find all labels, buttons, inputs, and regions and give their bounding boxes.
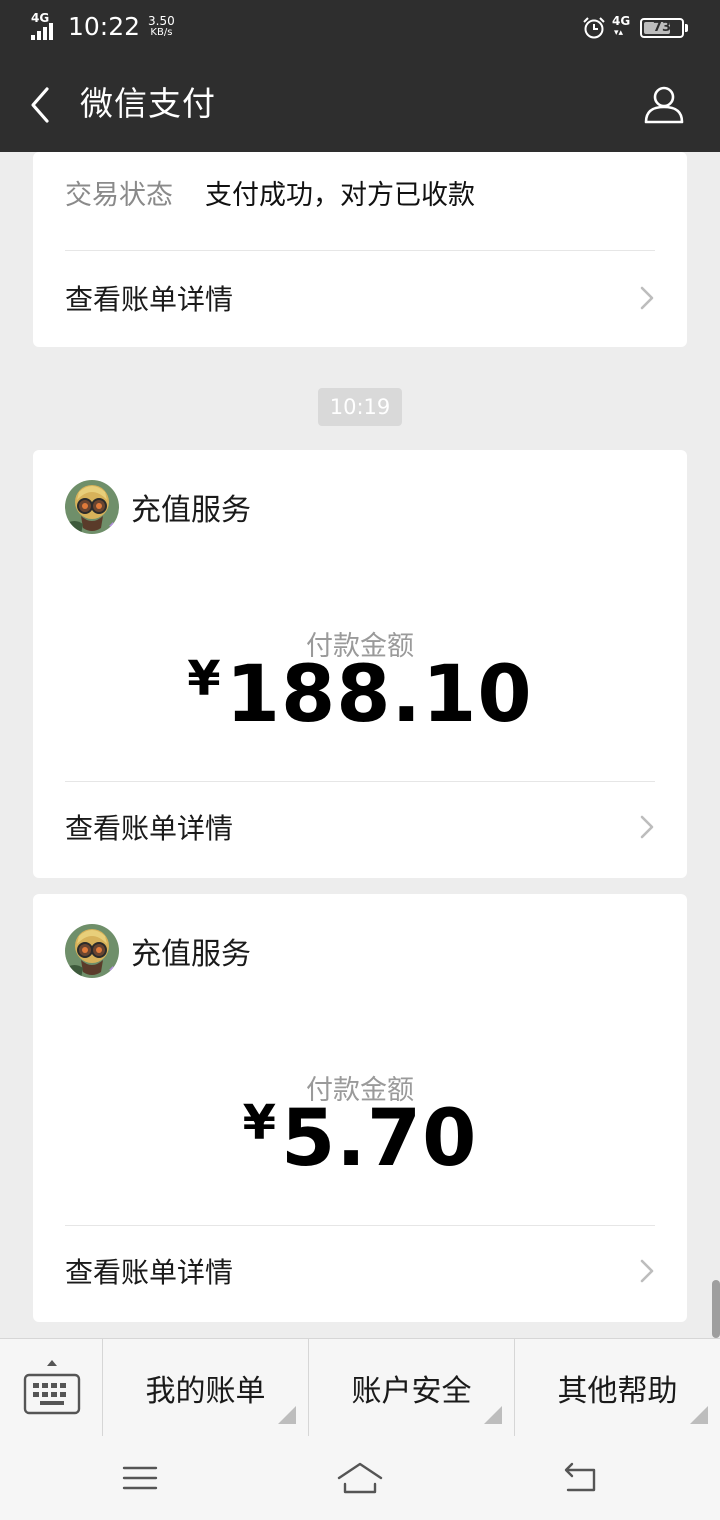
network-speed: 3.50 KB/s bbox=[148, 15, 175, 39]
menu-icon[interactable] bbox=[120, 1458, 160, 1498]
chevron-right-icon bbox=[640, 286, 654, 310]
menu-other-help-label: 其他帮助 bbox=[557, 1373, 678, 1409]
network-speed-value: 3.50 bbox=[148, 14, 175, 28]
merchant-name: 充值服务 bbox=[131, 937, 251, 972]
battery-level: 73 bbox=[652, 20, 672, 35]
bottom-menu-bar: 我的账单 账户安全 其他帮助 bbox=[0, 1338, 720, 1436]
page-title: 微信支付 bbox=[80, 84, 216, 123]
currency-symbol: ¥ bbox=[187, 651, 222, 707]
status-time: 10:22 bbox=[68, 12, 141, 41]
transaction-status-value: 支付成功，对方已收款 bbox=[205, 179, 475, 211]
payment-card[interactable]: 充值服务 付款金额 ¥188.10 查看账单详情 bbox=[33, 450, 687, 878]
avatar bbox=[65, 924, 119, 978]
submenu-indicator-icon bbox=[690, 1406, 708, 1424]
signal-icon: 4G bbox=[30, 12, 62, 42]
back-icon[interactable] bbox=[560, 1458, 600, 1498]
view-bill-details-link[interactable]: 查看账单详情 bbox=[65, 1224, 655, 1318]
submenu-indicator-icon bbox=[278, 1406, 296, 1424]
person-icon[interactable] bbox=[642, 82, 686, 126]
system-navigation-bar bbox=[0, 1436, 720, 1520]
mobile-data-label: 4G bbox=[612, 14, 631, 28]
avatar bbox=[65, 480, 119, 534]
view-bill-details-label: 查看账单详情 bbox=[65, 812, 234, 845]
submenu-indicator-icon bbox=[484, 1406, 502, 1424]
title-bar: 微信支付 bbox=[0, 58, 720, 152]
transaction-status-label: 交易状态 bbox=[65, 179, 173, 211]
menu-my-bills-label: 我的账单 bbox=[145, 1373, 266, 1409]
payment-card[interactable]: 充值服务 付款金额 ¥5.70 查看账单详情 bbox=[33, 894, 687, 1322]
mobile-data-icon: 4G ▾▴ bbox=[612, 14, 631, 38]
transaction-card-previous: 交易状态 支付成功，对方已收款 查看账单详情 bbox=[33, 152, 687, 347]
menu-account-security[interactable]: 账户安全 bbox=[309, 1339, 515, 1436]
amount-value: 5.70 bbox=[280, 1094, 478, 1184]
home-icon[interactable] bbox=[336, 1458, 384, 1498]
back-arrow-icon[interactable] bbox=[28, 86, 52, 124]
keyboard-toggle-button[interactable] bbox=[0, 1339, 103, 1436]
scrollbar-thumb[interactable] bbox=[712, 1280, 720, 1338]
chevron-right-icon bbox=[640, 815, 654, 839]
merchant-header: 充值服务 bbox=[65, 924, 251, 978]
merchant-header: 充值服务 bbox=[65, 480, 251, 534]
battery-icon: 73 bbox=[640, 18, 688, 38]
amount-value: 188.10 bbox=[225, 650, 533, 740]
menu-my-bills[interactable]: 我的账单 bbox=[103, 1339, 309, 1436]
chevron-right-icon bbox=[640, 1259, 654, 1283]
view-bill-details-label: 查看账单详情 bbox=[65, 1256, 234, 1289]
view-bill-details-link[interactable]: 查看账单详情 bbox=[65, 251, 655, 345]
payment-amount: ¥5.70 bbox=[33, 1094, 687, 1184]
menu-other-help[interactable]: 其他帮助 bbox=[515, 1339, 720, 1436]
view-bill-details-label: 查看账单详情 bbox=[65, 283, 234, 316]
view-bill-details-link[interactable]: 查看账单详情 bbox=[65, 780, 655, 874]
keyboard-icon bbox=[23, 1360, 81, 1415]
menu-account-security-label: 账户安全 bbox=[351, 1373, 472, 1409]
transaction-status-row: 交易状态 支付成功，对方已收款 bbox=[65, 170, 655, 214]
payment-amount: ¥188.10 bbox=[33, 650, 687, 740]
currency-symbol: ¥ bbox=[242, 1095, 277, 1151]
alarm-clock-icon bbox=[583, 17, 605, 39]
merchant-name: 充值服务 bbox=[131, 493, 251, 528]
status-bar: 4G 10:22 3.50 KB/s 4G ▾▴ 73 bbox=[0, 0, 720, 58]
message-timestamp: 10:19 bbox=[318, 388, 402, 426]
network-speed-unit: KB/s bbox=[150, 27, 173, 38]
